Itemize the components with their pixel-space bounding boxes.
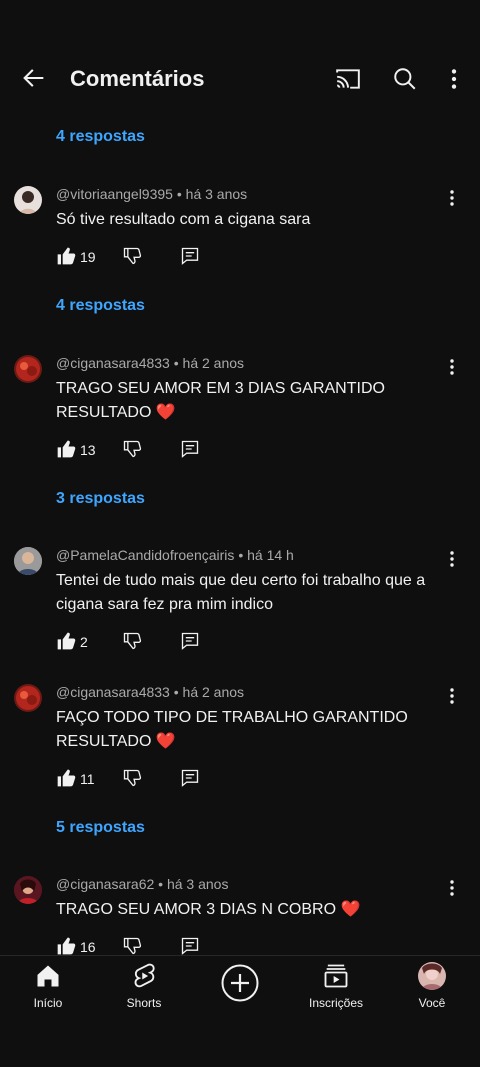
comment-actions: 11 [56, 768, 216, 790]
comment-more-icon[interactable] [442, 549, 462, 569]
nav-home-label: Início [33, 996, 63, 1010]
view-replies-link[interactable]: 3 respostas [56, 490, 145, 508]
meta-separator: • [173, 684, 179, 700]
reply-icon[interactable] [180, 439, 200, 459]
view-replies-link[interactable]: 4 respostas [56, 128, 145, 146]
subscriptions-icon [324, 964, 348, 988]
comment-more-icon[interactable] [442, 357, 462, 377]
nav-shorts[interactable]: Shorts [104, 962, 184, 1010]
meta-separator: • [173, 355, 179, 371]
comment-age: há 3 anos [185, 186, 248, 202]
dislike-icon[interactable] [122, 936, 142, 956]
bottom-navigation: Início Shorts Inscrições Você [0, 955, 480, 1067]
dislike-icon[interactable] [122, 439, 142, 459]
reply-icon[interactable] [180, 631, 200, 651]
search-icon[interactable] [392, 66, 418, 92]
dislike-icon[interactable] [122, 768, 142, 788]
like-count: 16 [80, 939, 96, 955]
comment-meta: @ciganasara4833 • há 2 anos [56, 684, 244, 700]
meta-separator: • [238, 547, 244, 563]
comment-text: Só tive resultado com a cigana sara [56, 211, 311, 228]
reply-icon[interactable] [180, 936, 200, 956]
comment-age: há 14 h [247, 547, 294, 563]
like-count: 11 [80, 771, 95, 787]
create-button[interactable] [221, 964, 259, 1002]
nav-you-label: Você [418, 996, 446, 1010]
comment-age: há 2 anos [182, 355, 245, 371]
meta-separator: • [158, 876, 164, 892]
like-count: 13 [80, 442, 96, 458]
like-icon[interactable] [56, 768, 76, 788]
comment-actions: 19 [56, 246, 216, 268]
home-icon [37, 965, 59, 987]
nav-you[interactable]: Você [392, 962, 472, 1010]
comment-more-icon[interactable] [442, 686, 462, 706]
comment-actions: 13 [56, 439, 216, 461]
comment-text: TRAGO SEU AMOR 3 DIAS N COBRO ❤️ [56, 901, 361, 918]
meta-separator: • [176, 186, 182, 202]
shorts-icon [134, 963, 155, 988]
comment-author[interactable]: @ciganasara4833 [56, 355, 170, 371]
avatar[interactable] [14, 186, 42, 214]
comment-author[interactable]: @ciganasara4833 [56, 684, 170, 700]
comment-text: FAÇO TODO TIPO DE TRABALHO GARANTIDO RES… [56, 709, 408, 750]
comment-author[interactable]: @ciganasara62 [56, 876, 154, 892]
like-icon[interactable] [56, 439, 76, 459]
reply-icon[interactable] [180, 246, 200, 266]
like-count: 19 [80, 249, 96, 265]
comment-actions: 2 [56, 631, 216, 653]
comment-meta: @ciganasara62 • há 3 anos [56, 876, 228, 892]
dislike-icon[interactable] [122, 631, 142, 651]
comment-more-icon[interactable] [442, 878, 462, 898]
reply-icon[interactable] [180, 768, 200, 788]
comment-text: TRAGO SEU AMOR EM 3 DIAS GARANTIDO RESUL… [56, 380, 385, 421]
comment-author[interactable]: @PamelaCandidofroençairis [56, 547, 234, 563]
view-replies-link[interactable]: 5 respostas [56, 819, 145, 837]
comment-more-icon[interactable] [442, 188, 462, 208]
view-replies-link[interactable]: 4 respostas [56, 297, 145, 315]
nav-subscriptions[interactable]: Inscrições [296, 962, 376, 1010]
page-title: Comentários [70, 66, 205, 91]
nav-subscriptions-label: Inscrições [308, 996, 364, 1010]
nav-shorts-label: Shorts [126, 996, 162, 1010]
avatar[interactable] [14, 547, 42, 575]
like-icon[interactable] [56, 246, 76, 266]
comment-meta: @ciganasara4833 • há 2 anos [56, 355, 244, 371]
avatar[interactable] [14, 876, 42, 904]
avatar [418, 962, 446, 990]
comment-meta: @PamelaCandidofroençairis • há 14 h [56, 547, 294, 563]
like-icon[interactable] [56, 631, 76, 651]
comment-age: há 3 anos [166, 876, 229, 892]
back-arrow-icon[interactable] [20, 64, 48, 92]
comment-meta: @vitoriaangel9395 • há 3 anos [56, 186, 247, 202]
comment-age: há 2 anos [182, 684, 245, 700]
like-icon[interactable] [56, 936, 76, 956]
like-count: 2 [80, 634, 88, 650]
avatar[interactable] [14, 684, 42, 712]
avatar[interactable] [14, 355, 42, 383]
comment-author[interactable]: @vitoriaangel9395 [56, 186, 173, 202]
nav-home[interactable]: Início [8, 962, 88, 1010]
cast-icon[interactable] [334, 66, 362, 92]
more-vert-icon[interactable] [441, 66, 467, 92]
comment-text: Tentei de tudo mais que deu certo foi tr… [56, 572, 426, 613]
dislike-icon[interactable] [122, 246, 142, 266]
